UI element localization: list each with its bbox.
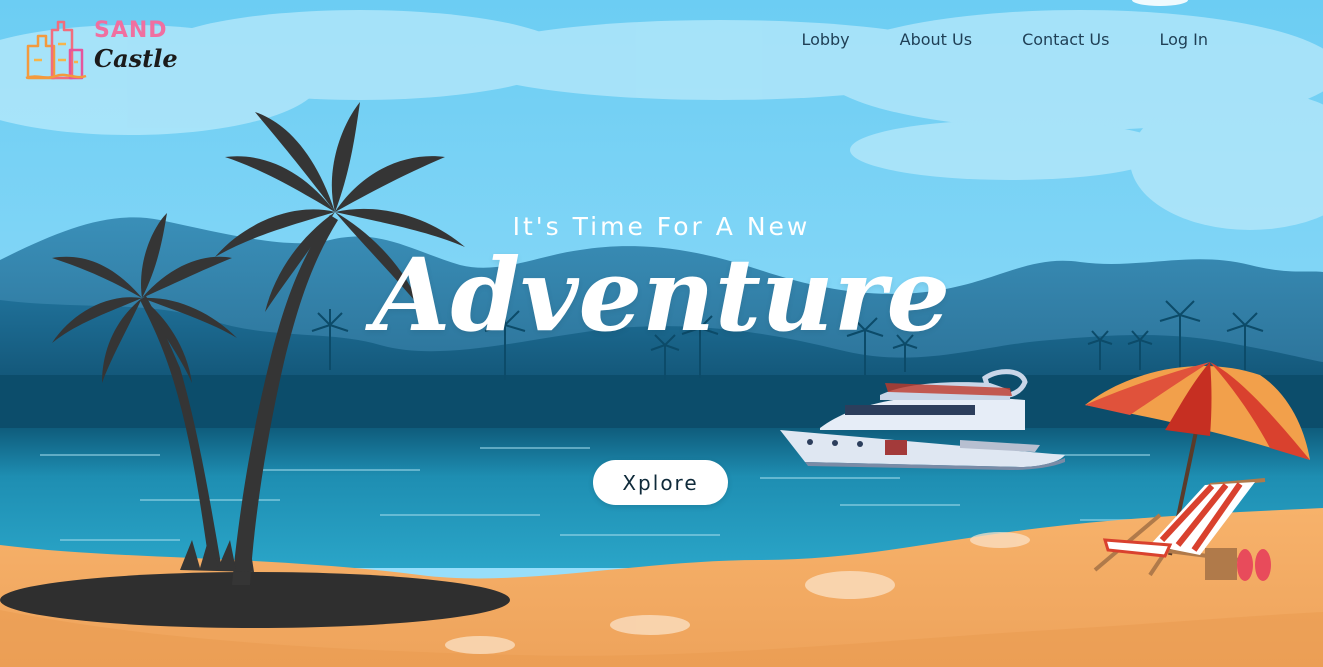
brand-name-top: SAND <box>94 18 168 43</box>
nav-lobby[interactable]: Lobby <box>801 30 849 49</box>
sandcastle-icon <box>25 20 87 80</box>
nav-about-us[interactable]: About Us <box>900 30 972 49</box>
hero-headline: Adventure <box>372 236 951 354</box>
site-logo[interactable]: SAND Castle <box>24 16 178 84</box>
xplore-button[interactable]: Xplore <box>593 460 728 505</box>
nav-contact-us[interactable]: Contact Us <box>1022 30 1109 49</box>
brand-name-bottom: Castle <box>94 44 178 73</box>
main-nav: Lobby About Us Contact Us Log In <box>801 30 1208 49</box>
nav-log-in[interactable]: Log In <box>1159 30 1208 49</box>
